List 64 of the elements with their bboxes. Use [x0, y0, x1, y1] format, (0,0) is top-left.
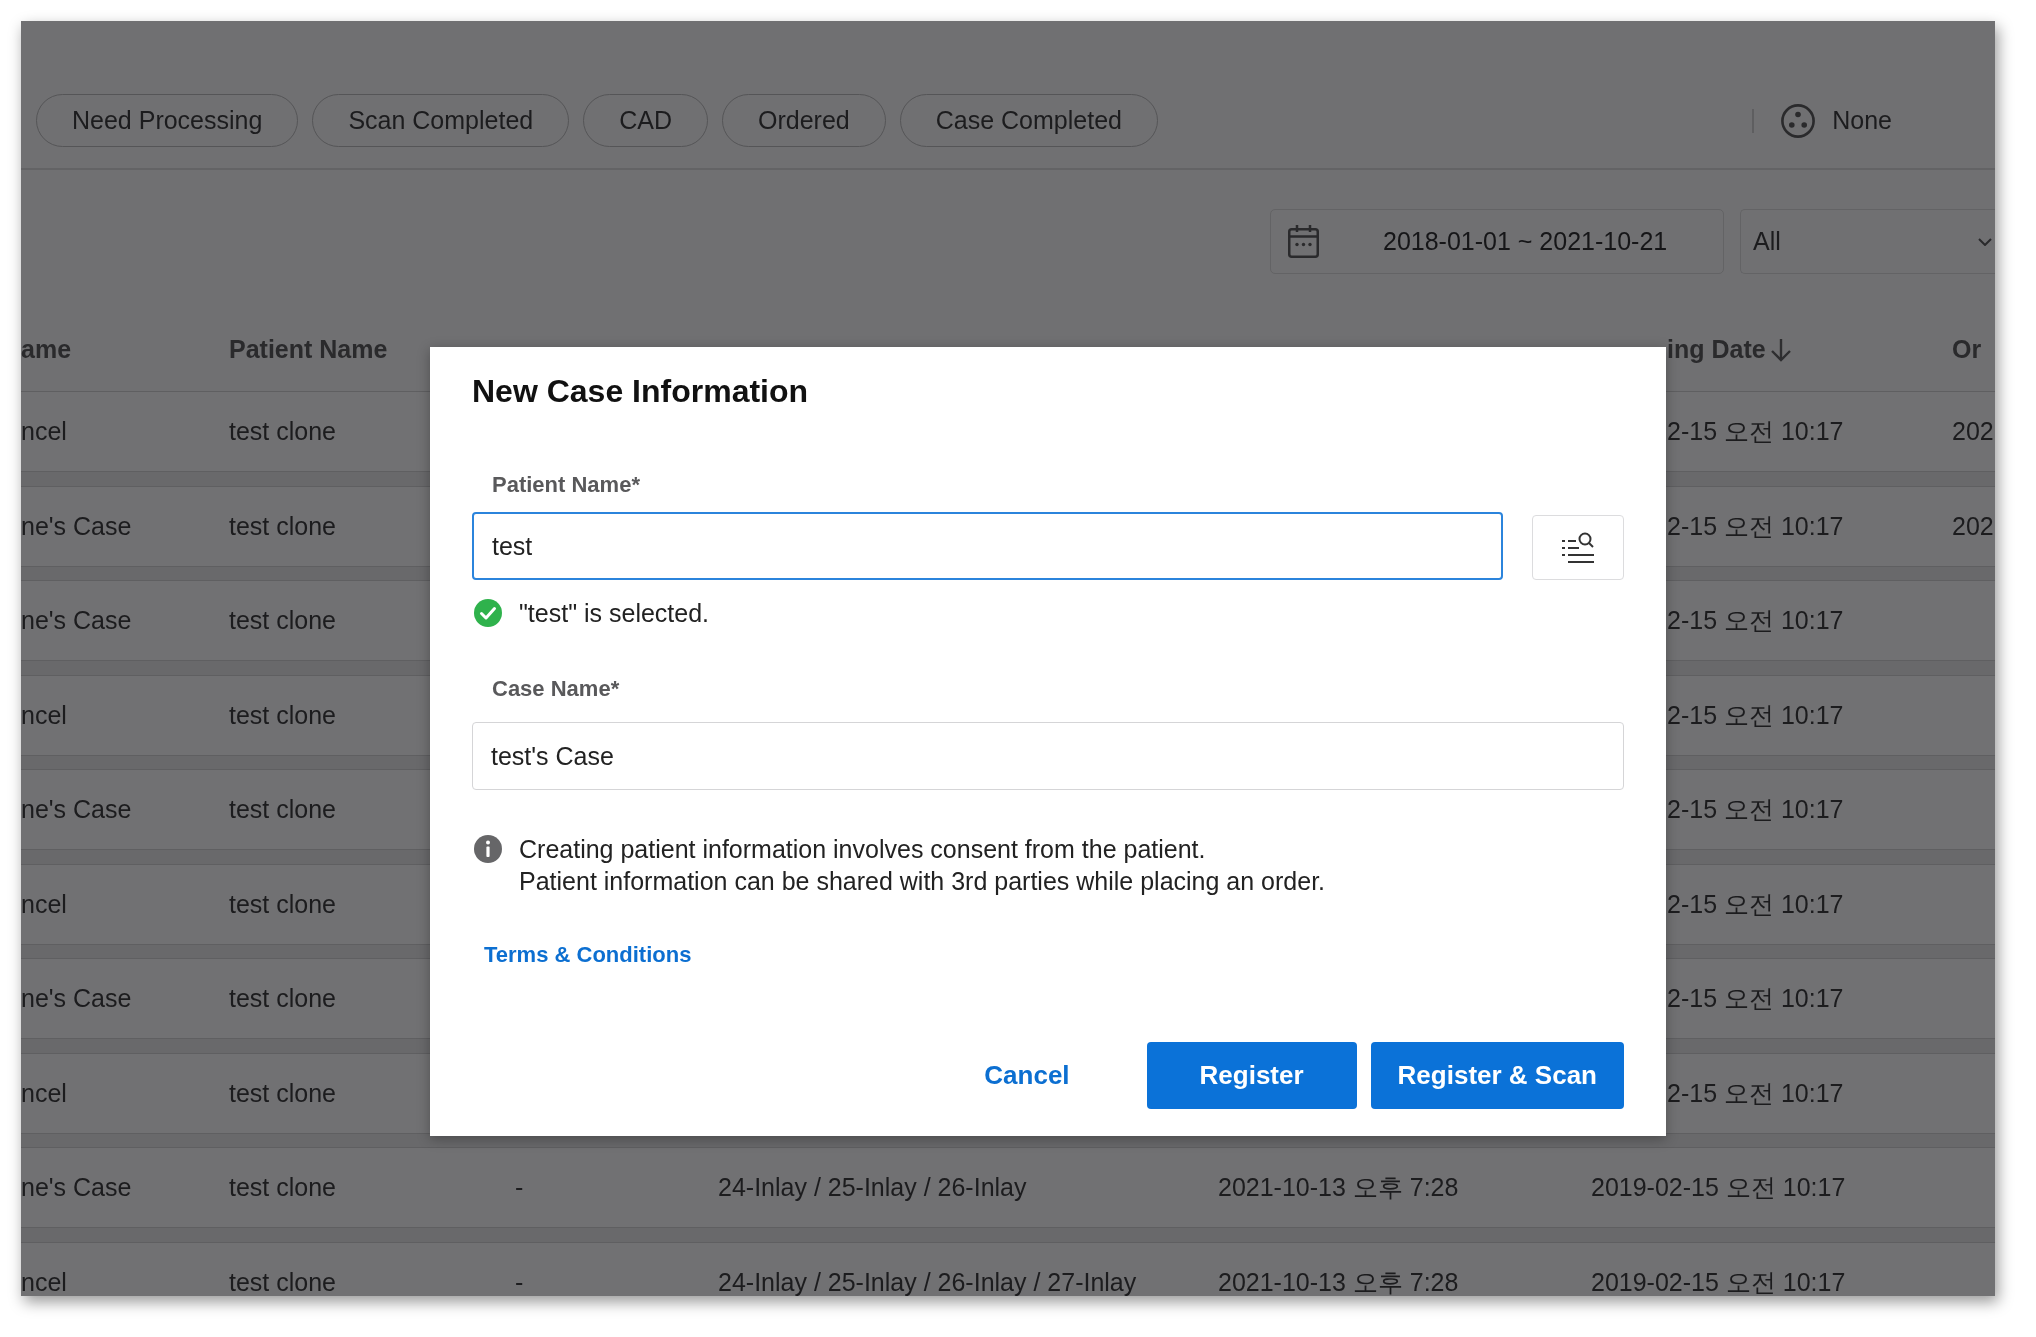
- column-header: ing Date: [1667, 337, 1766, 362]
- table-cell: 2021-10-13 오후 7:28: [1218, 1269, 1459, 1295]
- table-cell: 24-Inlay / 25-Inlay / 26-Inlay: [718, 1175, 1027, 1200]
- primary-button[interactable]: Register: [1146, 1042, 1357, 1109]
- table-cell: test clone: [229, 797, 336, 822]
- table-cell: 2-15 오전 10:17: [1667, 419, 1844, 444]
- table-cell: -: [515, 1269, 524, 1295]
- notice-text: Creating patient information involves consent from the patient. Patient information can be shared with 3rd parties while placing an order.: [519, 834, 1326, 897]
- patient-search-button[interactable]: [1532, 515, 1624, 580]
- table-cell: test clone: [229, 1080, 336, 1106]
- table-cell: test clone: [229, 1269, 336, 1295]
- table-cell: 2-15 오전 10:17: [1667, 1080, 1844, 1106]
- table-cell: 2-15 오전 10:17: [1667, 797, 1844, 822]
- column-header: Or: [1952, 337, 1982, 362]
- selector-button[interactable]: None: [1781, 103, 1892, 138]
- table-cell: 202: [1952, 513, 1994, 539]
- table-cell: ncel: [21, 419, 67, 444]
- list-search-icon: [1562, 532, 1594, 563]
- text-button[interactable]: Cancel: [954, 1042, 1100, 1109]
- dialog-title: New Case Information: [472, 373, 809, 409]
- filter-dropdown[interactable]: All: [1740, 209, 1995, 274]
- table-cell: 2-15 오전 10:17: [1667, 513, 1844, 539]
- table-cell: test clone: [229, 1175, 336, 1200]
- table-cell: -: [515, 1175, 524, 1200]
- table-cell: ne's Case: [21, 513, 132, 539]
- table-cell: ncel: [21, 1269, 67, 1295]
- column-header: ame: [21, 337, 72, 362]
- info-icon: [474, 835, 502, 863]
- table-cell: test clone: [229, 702, 336, 728]
- status-message: "test" is selected.: [519, 599, 710, 627]
- table-cell: ncel: [21, 891, 67, 917]
- table-cell: ne's Case: [21, 986, 132, 1011]
- chevron-down-icon: [1978, 237, 1992, 246]
- table-cell: ne's Case: [21, 1175, 132, 1200]
- table-cell: 2-15 오전 10:17: [1667, 702, 1844, 728]
- dots-circle-icon: [1781, 103, 1816, 138]
- table-cell: 2019-02-15 오전 10:17: [1591, 1269, 1846, 1295]
- table-cell: ne's Case: [21, 797, 132, 822]
- table-cell: ncel: [21, 1080, 67, 1106]
- table-cell: ncel: [21, 702, 67, 728]
- table-row[interactable]: ncel test clone - 24-Inlay / 25-Inlay / 26-Inlay / 27-Inlay 2021-10-13 오후 7:28 2019-02-15 오전 10:17: [21, 1241, 1995, 1296]
- table-cell: ne's Case: [21, 608, 132, 633]
- table-cell: 2-15 오전 10:17: [1667, 986, 1844, 1011]
- field-label: Case Name*: [492, 676, 620, 701]
- patient-name-field[interactable]: test: [472, 512, 1503, 580]
- table-row[interactable]: ne's Case test clone - 24-Inlay / 25-Inlay / 26-Inlay 2021-10-13 오후 7:28 2019-02-15 오전 10:17: [21, 1147, 1995, 1228]
- calendar-icon: [1288, 225, 1319, 258]
- table-cell: test clone: [229, 419, 336, 444]
- table-cell: 2-15 오전 10:17: [1667, 891, 1844, 917]
- table-cell: 2-15 오전 10:17: [1667, 608, 1844, 633]
- table-cell: test clone: [229, 891, 336, 917]
- table-cell: 24-Inlay / 25-Inlay / 26-Inlay / 27-Inlay: [718, 1269, 1137, 1295]
- primary-button[interactable]: Register & Scan: [1370, 1042, 1624, 1109]
- table-cell: test clone: [229, 608, 336, 633]
- date-range-field[interactable]: 2018-01-01 ~ 2021-10-21: [1270, 209, 1724, 274]
- column-header: Patient Name: [229, 337, 388, 362]
- terms-link[interactable]: Terms & Conditions: [484, 942, 692, 968]
- table-cell: 2019-02-15 오전 10:17: [1591, 1175, 1846, 1200]
- table-cell: 2021-10-13 오후 7:28: [1218, 1175, 1459, 1200]
- table-cell: 202: [1952, 419, 1994, 444]
- table-cell: test clone: [229, 513, 336, 539]
- field-label: Patient Name*: [492, 472, 640, 497]
- case-name-field[interactable]: test's Case: [472, 722, 1624, 790]
- table-cell: test clone: [229, 986, 336, 1011]
